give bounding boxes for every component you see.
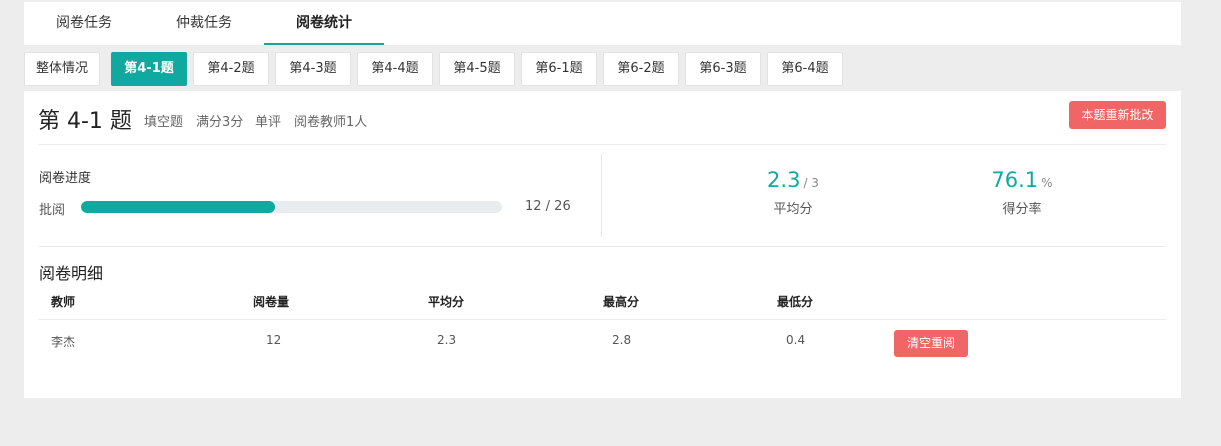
question-full-score: 满分3分	[196, 115, 244, 130]
top-tab-bar: 阅卷任务 仲裁任务 阅卷统计	[24, 2, 1181, 45]
cell-count: 12	[266, 333, 282, 347]
column-header-max: 最高分	[603, 295, 640, 309]
progress-bar-fill	[81, 201, 276, 213]
tab-marking-tasks[interactable]: 阅卷任务	[24, 2, 144, 45]
question-tab-4-4[interactable]: 第4-4题	[357, 52, 433, 86]
average-score-value: 2.3	[767, 168, 801, 192]
cell-average: 2.3	[437, 333, 457, 347]
question-tab-6-2[interactable]: 第6-2题	[603, 52, 679, 86]
question-marking-mode: 单评	[255, 115, 282, 130]
question-type: 填空题	[144, 115, 184, 130]
column-header-count: 阅卷量	[253, 295, 290, 309]
score-rate-label: 得分率	[1002, 202, 1042, 217]
average-score-label: 平均分	[773, 202, 813, 217]
question-title: 第 4-1 题	[38, 109, 132, 134]
progress-count: 12 / 26	[525, 199, 571, 214]
question-tab-overview[interactable]: 整体情况	[24, 52, 100, 86]
vertical-divider	[601, 154, 602, 237]
column-header-teacher: 教师	[51, 295, 76, 309]
regrade-question-button[interactable]: 本题重新批改	[1069, 101, 1166, 129]
question-tab-4-3[interactable]: 第4-3题	[275, 52, 351, 86]
progress-title: 阅卷进度	[39, 171, 92, 186]
progress-label: 批阅	[39, 203, 66, 218]
question-stats-card: 第 4-1 题 填空题 满分3分 单评 阅卷教师1人 本题重新批改 阅卷进度 批…	[24, 91, 1181, 398]
score-rate-unit: %	[1041, 176, 1053, 190]
average-score-stat: 2.3/ 3 平均分	[713, 168, 873, 217]
cell-max: 2.8	[612, 333, 632, 347]
question-tab-6-1[interactable]: 第6-1题	[521, 52, 597, 86]
cell-teacher: 李杰	[51, 335, 76, 349]
progress-bar	[81, 201, 502, 213]
divider	[38, 246, 1166, 247]
question-tab-4-5[interactable]: 第4-5题	[439, 52, 515, 86]
tab-marking-statistics[interactable]: 阅卷统计	[264, 2, 384, 45]
clear-and-remark-button[interactable]: 清空重阅	[894, 330, 968, 357]
column-header-average: 平均分	[428, 295, 465, 309]
column-header-min: 最低分	[777, 295, 814, 309]
question-teacher-count: 阅卷教师1人	[294, 115, 368, 130]
question-tab-6-4[interactable]: 第6-4题	[767, 52, 843, 86]
average-score-unit: / 3	[803, 176, 819, 190]
cell-min: 0.4	[786, 333, 806, 347]
question-tab-4-2[interactable]: 第4-2题	[193, 52, 269, 86]
tab-arbitration-tasks[interactable]: 仲裁任务	[144, 2, 264, 45]
divider	[38, 144, 1166, 145]
table-header-divider	[38, 319, 1166, 320]
score-rate-stat: 76.1% 得分率	[942, 168, 1102, 217]
question-tab-6-3[interactable]: 第6-3题	[685, 52, 761, 86]
score-rate-value: 76.1	[991, 168, 1039, 192]
question-tab-4-1[interactable]: 第4-1题	[111, 52, 187, 86]
detail-section-title: 阅卷明细	[39, 264, 104, 283]
